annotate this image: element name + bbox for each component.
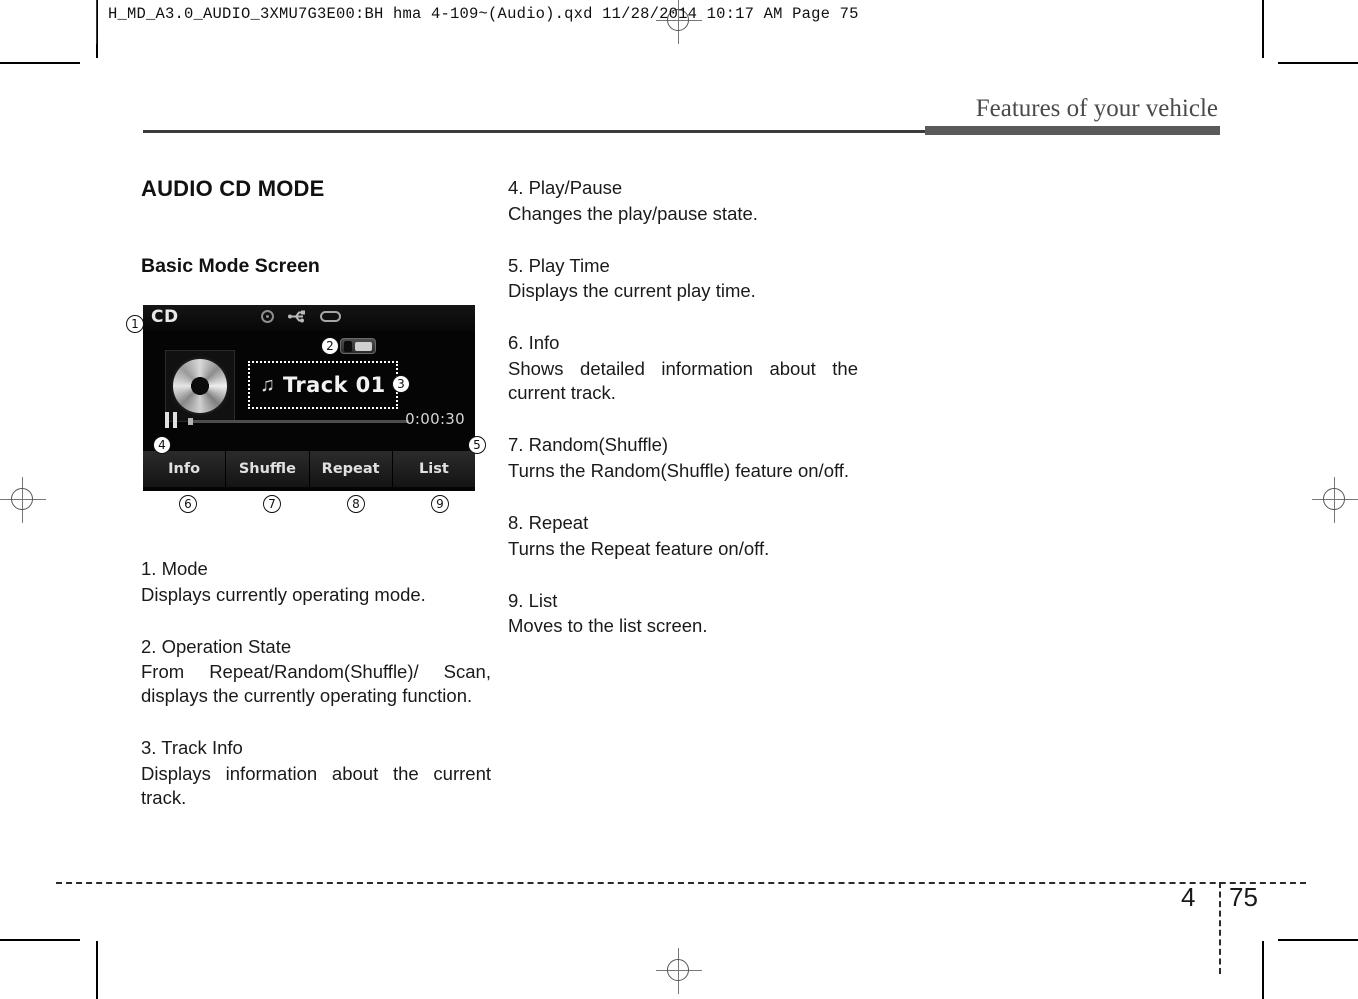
list-item: 5. Play Time Displays the current play t… (508, 254, 858, 304)
item-title: 8. Repeat (508, 511, 589, 533)
shuffle-button[interactable]: Shuffle (226, 451, 310, 487)
head-unit-screen: CD ♫ Track 01 0:00:30 Info Shuffle Repea… (143, 305, 475, 491)
header-rule-thin (143, 130, 925, 133)
item-body: Displays currently operating mode. (141, 583, 426, 605)
item-title: 7. Random(Shuffle) (508, 434, 669, 456)
crop-mark-top-right-vertical (1262, 0, 1264, 58)
registration-circle (667, 959, 689, 981)
header-rule-block (925, 126, 1220, 135)
callout-7: 7 (263, 495, 281, 513)
state-chip-right (355, 341, 372, 351)
item-title: 6. Info (508, 332, 560, 354)
pause-icon[interactable] (165, 412, 178, 428)
callout-8: 8 (347, 495, 365, 513)
list-item: 1. Mode Displays currently operating mod… (141, 557, 491, 607)
item-title: 9. List (508, 589, 558, 611)
crop-mark-bottom-left-vertical (96, 941, 98, 999)
audio-cd-screen-figure: CD ♫ Track 01 0:00:30 Info Shuffle Repea… (126, 305, 486, 513)
progress-bar[interactable] (188, 418, 409, 425)
item-body: Turns the Repeat feature on/off. (508, 537, 770, 559)
folio-divider (1219, 882, 1221, 974)
left-column: AUDIO CD MODE Basic Mode Screen 1. Mode … (141, 176, 491, 810)
soft-key-bar: Info Shuffle Repeat List (143, 451, 475, 487)
page-title: AUDIO CD MODE (141, 176, 325, 201)
crop-mark-bottom-right-vertical (1262, 941, 1264, 999)
item-body: Turns the Random(Shuffle) feature on/off… (508, 459, 850, 481)
registration-mark-right-center (1312, 477, 1358, 523)
list-item: 6. Info Shows detailed information about… (508, 331, 858, 405)
aux-oval-icon (320, 311, 341, 322)
list-item: 2. Operation State From Repeat/Random(Sh… (141, 635, 491, 709)
track-name: Track 01 (283, 373, 386, 397)
usb-icon (288, 310, 306, 323)
callout-5: 5 (468, 436, 486, 454)
repeat-button[interactable]: Repeat (309, 451, 393, 487)
disc-icon (261, 310, 274, 323)
footer-divider (56, 882, 1306, 884)
list-item: 7. Random(Shuffle) Turns the Random(Shuf… (508, 433, 858, 483)
item-title: 2. Operation State (141, 635, 292, 657)
list-item: 4. Play/Pause Changes the play/pause sta… (508, 176, 858, 226)
subsection-title: Basic Mode Screen (141, 255, 320, 277)
running-head-title: Features of your vehicle (975, 95, 1218, 122)
item-body: Changes the play/pause state. (508, 202, 758, 224)
crop-mark-bottom-left-horizontal (0, 939, 80, 941)
crop-mark-bottom-right-horizontal (1278, 939, 1358, 941)
crop-mark-top-left-horizontal (0, 62, 80, 64)
status-icon-group (261, 310, 341, 323)
callout-1: 1 (126, 315, 144, 333)
callout-9: 9 (431, 495, 449, 513)
crop-mark-top-right-horizontal (1278, 62, 1358, 64)
item-title: 1. Mode (141, 558, 208, 579)
item-body: Shows detailed information about the cur… (508, 358, 858, 404)
chapter-number: 4 (1181, 882, 1196, 912)
screen-status-bar: CD (143, 305, 475, 331)
list-item: 9. List Moves to the list screen. (508, 589, 858, 639)
callout-3: 3 (392, 375, 410, 393)
mode-label: CD (151, 307, 179, 327)
item-body: From Repeat/Random(Shuffle)/ Scan, displ… (141, 661, 491, 707)
page-number: 75 (1229, 882, 1258, 912)
item-body: Displays information about the current t… (141, 763, 491, 809)
item-title: 4. Play/Pause (508, 177, 623, 198)
info-button[interactable]: Info (143, 451, 227, 487)
music-note-icon: ♫ (260, 374, 275, 396)
play-time: 0:00:30 (405, 410, 465, 428)
right-column: 4. Play/Pause Changes the play/pause sta… (508, 176, 858, 638)
registration-mark-left-center (0, 477, 46, 523)
item-body: Displays the current play time. (508, 280, 756, 302)
track-info-highlight: ♫ Track 01 (248, 361, 398, 409)
list-item: 3. Track Info Displays information about… (141, 736, 491, 810)
callout-4: 4 (153, 436, 171, 454)
slug-divider-rule (96, 0, 97, 44)
registration-mark-bottom-center (656, 948, 702, 994)
item-title: 5. Play Time (508, 254, 610, 276)
item-title: 3. Track Info (141, 737, 243, 759)
registration-circle (1323, 488, 1345, 510)
state-chip-left (344, 340, 352, 352)
operation-state-indicator (340, 338, 376, 354)
prepress-slug: H_MD_A3.0_AUDIO_3XMU7G3E00:BH hma 4-109~… (108, 5, 859, 23)
item-body: Moves to the list screen. (508, 615, 708, 637)
progress-knob[interactable] (188, 418, 193, 425)
cd-disc-graphic (173, 359, 227, 413)
transport-row: 0:00:30 (143, 409, 475, 435)
list-button[interactable]: List (392, 451, 475, 487)
list-item: 8. Repeat Turns the Repeat feature on/of… (508, 511, 858, 561)
registration-circle (11, 488, 33, 510)
callout-6: 6 (179, 495, 197, 513)
callout-2: 2 (321, 337, 339, 355)
